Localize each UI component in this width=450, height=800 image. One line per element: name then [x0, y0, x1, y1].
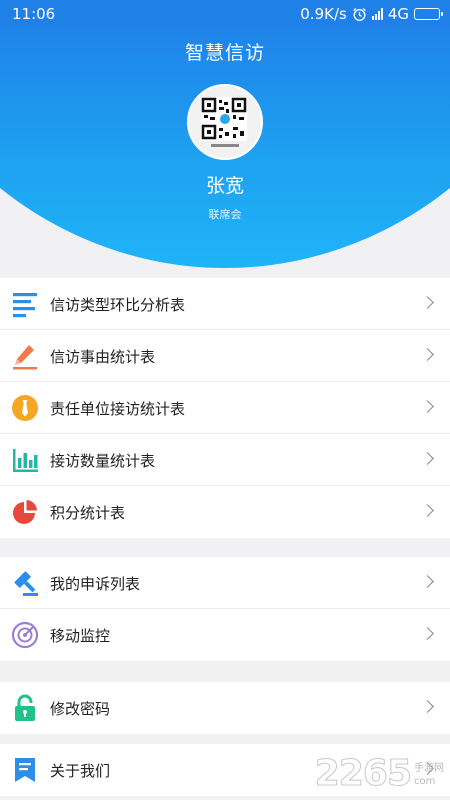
chevron-right-icon — [421, 452, 434, 465]
chevron-right-icon — [421, 575, 434, 588]
menu-item-visit-count[interactable]: 接访数量统计表 — [0, 434, 450, 486]
menu-label: 修改密码 — [50, 700, 111, 718]
menu-group-security: 修改密码 — [0, 682, 450, 734]
user-name: 张宽 — [205, 175, 244, 197]
menu-label: 积分统计表 — [50, 504, 126, 522]
watermark-site: 手游网 — [414, 763, 444, 774]
menu-item-change-password[interactable]: 修改密码 — [0, 682, 450, 734]
watermark-number: 2265 — [314, 753, 412, 795]
watermark-text: 手游网 com — [414, 762, 444, 788]
lock-icon — [15, 694, 35, 721]
radar-icon — [11, 621, 39, 649]
chevron-right-icon — [421, 700, 434, 713]
menu-item-mobile-monitor[interactable]: 移动监控 — [0, 609, 450, 661]
necktie-icon — [12, 395, 38, 421]
gavel-icon — [14, 571, 38, 596]
status-indicators: 0.9K/s 4G — [300, 5, 443, 23]
watermark-suffix: com — [414, 776, 436, 787]
chevron-right-icon — [421, 504, 434, 517]
status-bar: 11:06 0.9K/s 4G — [0, 0, 450, 28]
menu-label: 接访数量统计表 — [50, 452, 156, 470]
menu-label: 移动监控 — [50, 627, 111, 645]
chevron-right-icon — [421, 627, 434, 640]
menu-label: 责任单位接访统计表 — [50, 400, 186, 418]
pencil-icon — [13, 345, 37, 370]
menu-label: 关于我们 — [50, 762, 111, 780]
menu-item-unit-stats[interactable]: 责任单位接访统计表 — [0, 382, 450, 434]
menu-group-reports: 信访类型环比分析表 信访事由统计表 责任单位接访统计表 接访数量统计表 积分统计… — [0, 278, 450, 538]
chevron-right-icon — [421, 400, 434, 413]
site-watermark: 2265 手游网 com — [314, 753, 444, 795]
bar-chart-icon — [13, 449, 38, 472]
menu-item-type-comparison[interactable]: 信访类型环比分析表 — [0, 278, 450, 330]
menu-item-cause-stats[interactable]: 信访事由统计表 — [0, 330, 450, 382]
list-lines-icon — [13, 293, 37, 318]
menu-item-points-stats[interactable]: 积分统计表 — [0, 486, 450, 538]
menu-label: 信访类型环比分析表 — [50, 296, 186, 314]
bookmark-icon — [15, 758, 35, 782]
network-type: 4G — [387, 5, 409, 23]
user-organization: 联席会 — [208, 208, 242, 221]
menu-group-appeals: 我的申诉列表 移动监控 — [0, 557, 450, 661]
profile-header: 智慧信访 张宽 联席会 — [0, 28, 450, 278]
menu-label: 我的申诉列表 — [50, 575, 141, 593]
network-speed: 0.9K/s — [300, 5, 347, 23]
chevron-right-icon — [421, 348, 434, 361]
qr-code-image — [189, 86, 261, 158]
status-time: 11:06 — [12, 5, 56, 23]
alarm-icon — [352, 7, 366, 21]
app-title: 智慧信访 — [184, 42, 265, 64]
menu-item-my-appeals[interactable]: 我的申诉列表 — [0, 557, 450, 609]
chevron-right-icon — [421, 296, 434, 309]
signal-icon — [371, 8, 383, 20]
pie-chart-icon — [13, 500, 37, 524]
avatar[interactable] — [187, 84, 263, 160]
menu-label: 信访事由统计表 — [50, 348, 156, 366]
battery-icon — [414, 8, 443, 20]
